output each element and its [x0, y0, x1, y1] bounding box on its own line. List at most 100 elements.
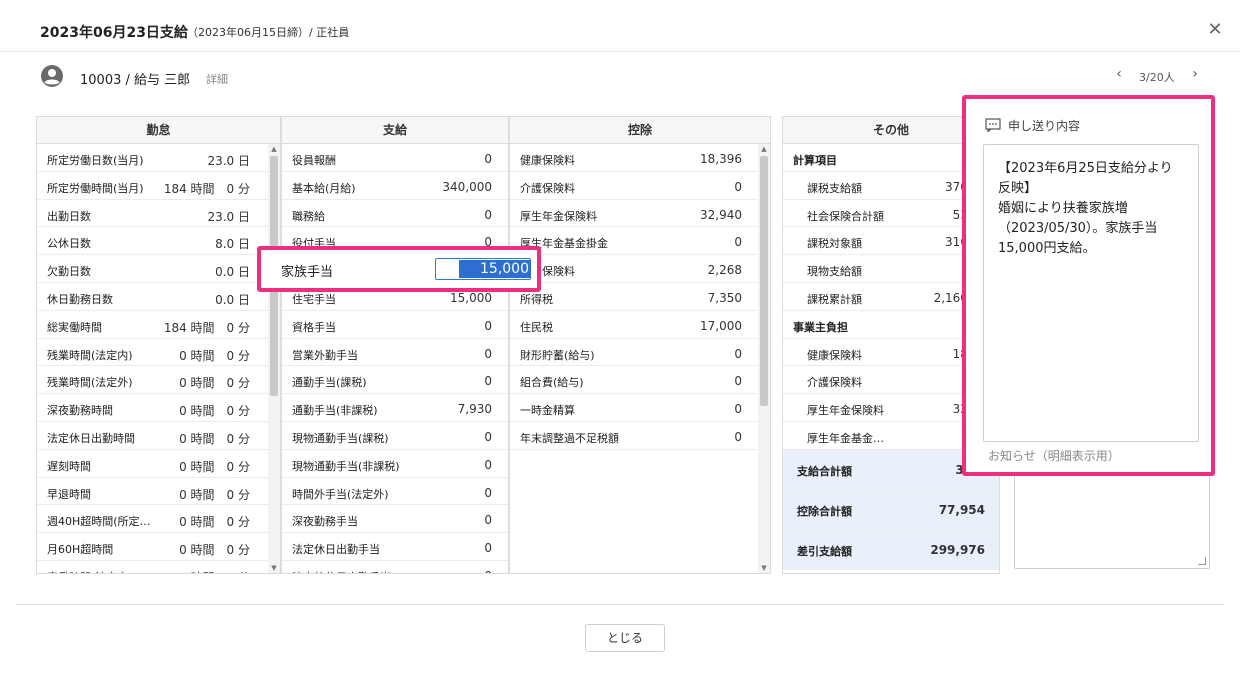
row-value[interactable]: 0.0 日: [215, 291, 250, 308]
table-row[interactable]: 総実働時間 184 時間 0 分: [37, 311, 280, 339]
row-value[interactable]: 184 時間 0 分: [164, 569, 250, 573]
row-value[interactable]: 0: [734, 430, 742, 444]
table-row[interactable]: 年末調整過不足税額 0: [510, 422, 770, 450]
scroll-up-icon[interactable]: ▲: [268, 144, 280, 154]
table-row[interactable]: 財形貯蓄(給与) 0: [510, 339, 770, 367]
row-value[interactable]: 7,350: [708, 291, 742, 305]
row-label: 介護保険料: [807, 376, 862, 390]
row-value[interactable]: 23.0 日: [207, 152, 250, 169]
row-value[interactable]: 340,000: [442, 180, 492, 194]
table-row[interactable]: 通勤手当(課税) 0: [282, 366, 508, 395]
table-row[interactable]: 公休日数 8.0 日: [37, 227, 280, 256]
table-row[interactable]: 残業時間(法定外) 0 時間 0 分: [37, 366, 280, 395]
payment-rows: 役員報酬0基本給(月給)340,000職務給0役付手当0家族手当15,000住宅…: [282, 144, 508, 573]
table-row[interactable]: 休日勤務日数 0.0 日: [37, 283, 280, 311]
row-label: 出勤日数: [47, 209, 91, 223]
table-row[interactable]: 組合費(給与) 0: [510, 366, 770, 395]
row-value[interactable]: 17,000: [700, 319, 742, 333]
row-value[interactable]: 0.0 日: [215, 263, 250, 280]
table-row[interactable]: 雇用保険料 2,268: [510, 255, 770, 283]
table-row[interactable]: 時間外手当(法定外) 0: [282, 478, 508, 506]
scroll-down-icon[interactable]: ▼: [268, 563, 280, 573]
row-value[interactable]: 0: [734, 374, 742, 388]
deduction-scrollbar[interactable]: ▲ ▼: [758, 144, 770, 573]
table-row[interactable]: 厚生年金基金掛金 0: [510, 227, 770, 256]
table-row[interactable]: 週40H超時間(所定… 0 時間 0 分: [37, 505, 280, 534]
table-row[interactable]: 所定労働時間(当月) 184 時間 0 分: [37, 172, 280, 200]
attendance-scrollbar[interactable]: ▲ ▼: [268, 144, 280, 573]
row-value[interactable]: 184 時間 0 分: [164, 180, 250, 197]
table-row[interactable]: 深夜勤務時間 0 時間 0 分: [37, 394, 280, 422]
table-row[interactable]: 職務給 0: [282, 200, 508, 228]
table-row[interactable]: 現物通勤手当(非課税) 0: [282, 450, 508, 478]
table-row[interactable]: 所得税 7,350: [510, 283, 770, 311]
table-row[interactable]: 実働時間(法定内) 184 時間 0 分: [37, 561, 280, 573]
row-value[interactable]: 0 時間 0 分: [179, 402, 250, 419]
table-row[interactable]: 役員報酬 0: [282, 144, 508, 172]
row-value[interactable]: 23.0 日: [207, 208, 250, 225]
row-value[interactable]: 0: [734, 347, 742, 361]
row-value[interactable]: 0: [484, 347, 492, 361]
row-value[interactable]: 7,930: [458, 402, 492, 416]
row-value[interactable]: 0 時間 0 分: [179, 513, 250, 530]
scroll-down-icon[interactable]: ▼: [758, 563, 770, 573]
row-value[interactable]: 15,000: [450, 291, 492, 305]
row-value[interactable]: 0: [484, 541, 492, 555]
family-allowance-value[interactable]: 15,000: [459, 260, 531, 278]
close-button[interactable]: とじる: [585, 624, 665, 652]
row-value[interactable]: 0: [484, 458, 492, 472]
table-row[interactable]: 所定労働日数(当月) 23.0 日: [37, 144, 280, 172]
row-value[interactable]: 0 時間 0 分: [179, 347, 250, 364]
table-row[interactable]: 法定休日出勤時間 0 時間 0 分: [37, 422, 280, 450]
table-row[interactable]: 健康保険料 18,396: [510, 144, 770, 172]
row-value[interactable]: 18,396: [700, 152, 742, 166]
row-value[interactable]: 0 時間 0 分: [179, 374, 250, 391]
row-value[interactable]: 0: [484, 513, 492, 527]
table-row[interactable]: 深夜勤務手当 0: [282, 505, 508, 534]
row-value[interactable]: 0: [484, 430, 492, 444]
row-value[interactable]: 0: [484, 208, 492, 222]
row-value[interactable]: 8.0 日: [215, 235, 250, 252]
table-row[interactable]: 月60H超時間 0 時間 0 分: [37, 533, 280, 561]
detail-link[interactable]: 詳細: [206, 71, 228, 87]
chevron-left-icon[interactable]: ‹: [1112, 66, 1126, 84]
row-value[interactable]: 0 時間 0 分: [179, 486, 250, 503]
scroll-thumb[interactable]: [760, 156, 768, 406]
table-row[interactable]: 遅刻時間 0 時間 0 分: [37, 450, 280, 478]
table-row[interactable]: 残業時間(法定内) 0 時間 0 分: [37, 339, 280, 367]
table-row[interactable]: 出勤日数 23.0 日: [37, 200, 280, 228]
row-value[interactable]: 0 時間 0 分: [179, 458, 250, 475]
table-row[interactable]: 介護保険料 0: [510, 172, 770, 200]
row-value[interactable]: 0: [484, 374, 492, 388]
row-value[interactable]: 2,268: [708, 263, 742, 277]
row-value[interactable]: 0: [484, 319, 492, 333]
row-value[interactable]: 0: [484, 569, 492, 573]
table-row[interactable]: 営業外勤手当 0: [282, 339, 508, 367]
table-row[interactable]: 法定休日出勤手当 0: [282, 533, 508, 561]
close-icon[interactable]: ✕: [1205, 20, 1225, 40]
row-value[interactable]: 0: [484, 152, 492, 166]
row-value[interactable]: 0: [484, 486, 492, 500]
table-row[interactable]: 早退時間 0 時間 0 分: [37, 478, 280, 506]
chevron-right-icon[interactable]: ›: [1188, 66, 1202, 84]
table-row[interactable]: 資格手当 0: [282, 311, 508, 339]
table-row[interactable]: 住民税 17,000: [510, 311, 770, 339]
table-row[interactable]: 欠勤日数 0.0 日: [37, 255, 280, 283]
row-value[interactable]: 0: [734, 402, 742, 416]
table-row[interactable]: 厚生年金保険料 32,940: [510, 200, 770, 228]
notes-textarea[interactable]: 【2023年6月25日支給分より反映】 婚姻により扶養家族増（2023/05/3…: [983, 144, 1199, 442]
row-value[interactable]: 0: [734, 235, 742, 249]
table-row[interactable]: 法定外休日出勤手当 0: [282, 561, 508, 573]
row-value[interactable]: 0 時間 0 分: [179, 541, 250, 558]
table-row[interactable]: 現物通勤手当(課税) 0: [282, 422, 508, 450]
row-value[interactable]: 184 時間 0 分: [164, 319, 250, 336]
resize-handle-icon[interactable]: [1198, 557, 1206, 565]
scroll-up-icon[interactable]: ▲: [758, 144, 770, 154]
table-row[interactable]: 通勤手当(非課税) 7,930: [282, 394, 508, 422]
row-value[interactable]: 32,940: [700, 208, 742, 222]
row-value[interactable]: 0: [734, 180, 742, 194]
table-row[interactable]: 基本給(月給) 340,000: [282, 172, 508, 200]
notice-textarea[interactable]: [1014, 476, 1210, 569]
row-value[interactable]: 0 時間 0 分: [179, 430, 250, 447]
table-row[interactable]: 一時金精算 0: [510, 394, 770, 422]
